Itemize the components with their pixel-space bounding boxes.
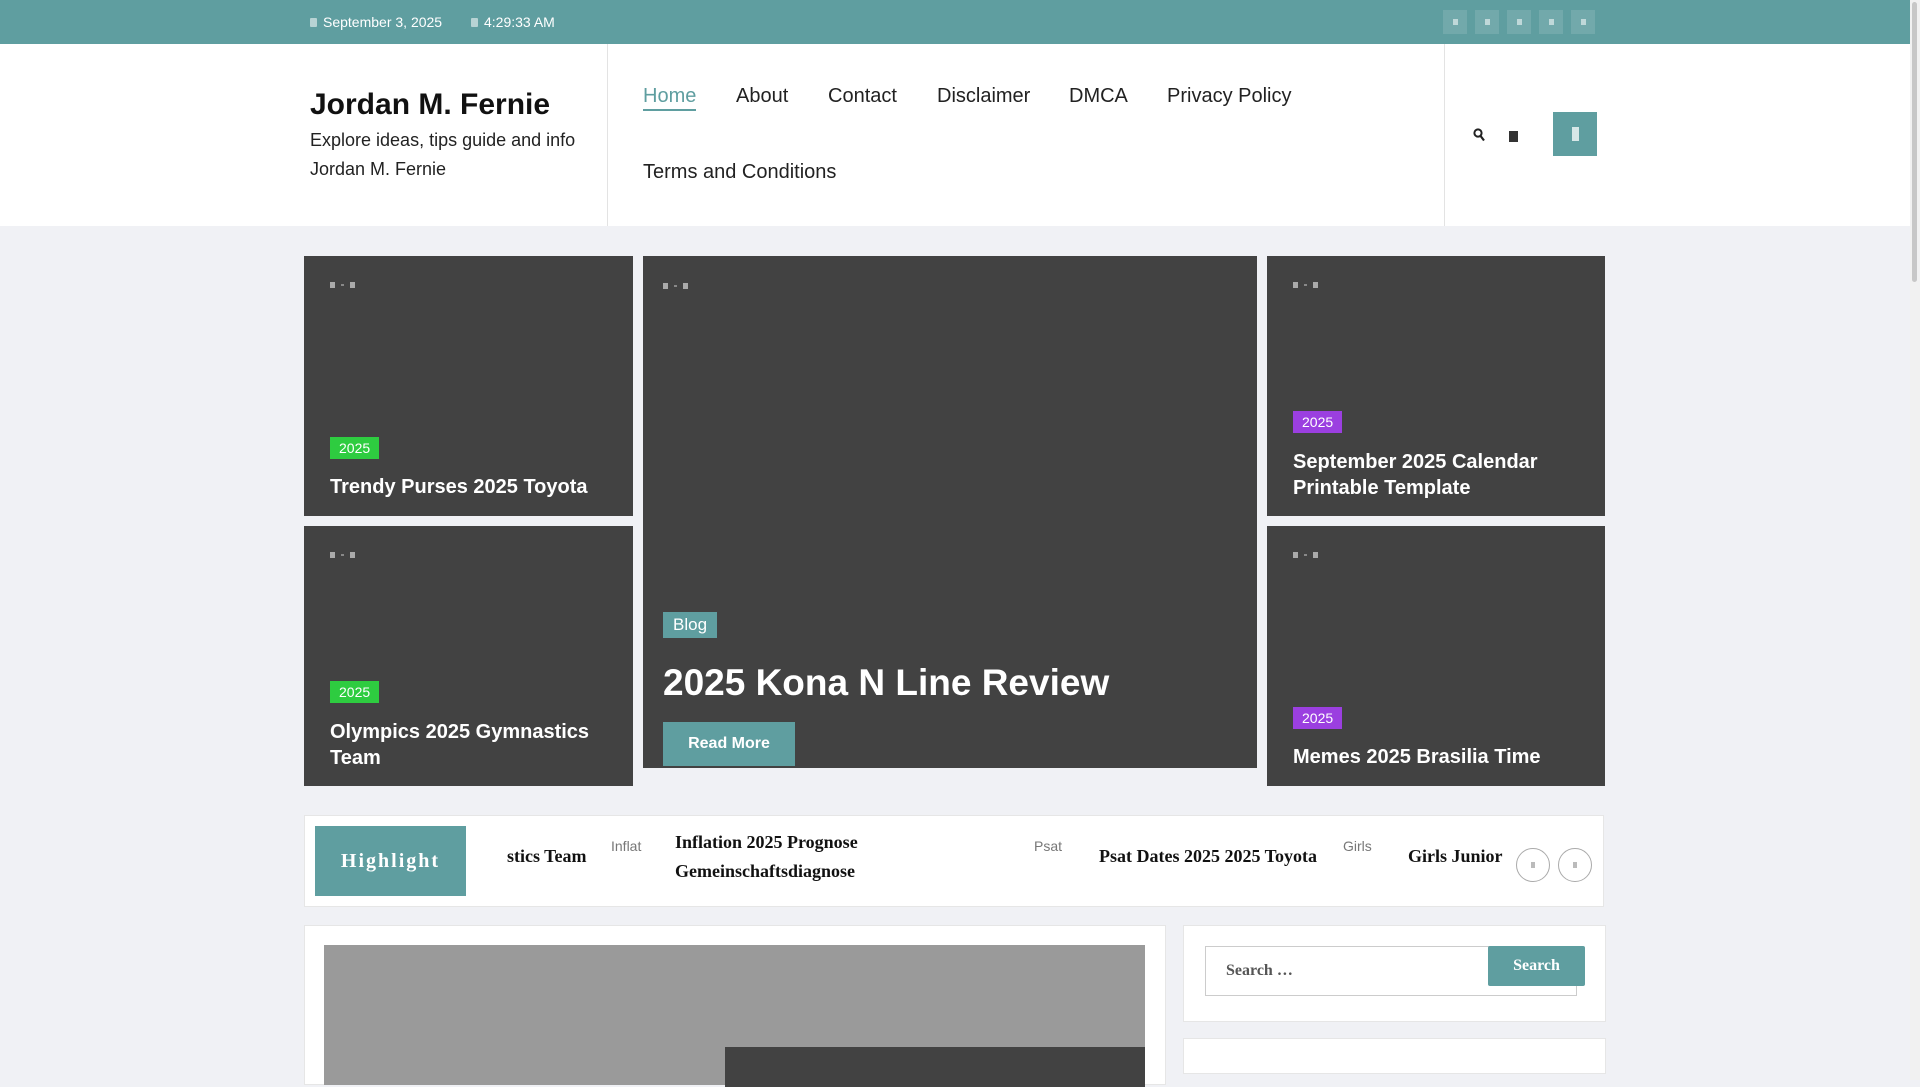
calendar-icon	[350, 282, 355, 288]
calendar-icon	[350, 552, 355, 558]
top-bar: September 3, 2025 4:29:33 AM	[0, 0, 1910, 44]
facebook-icon[interactable]	[1443, 10, 1467, 34]
sidebar-widget	[1183, 1038, 1606, 1074]
theme-toggle-icon[interactable]	[1509, 131, 1518, 142]
ticker-prev-button[interactable]	[1516, 848, 1550, 882]
nav-dmca[interactable]: DMCA	[1069, 85, 1128, 108]
featured-card[interactable]: 2025 Memes 2025 Brasilia Time	[1267, 526, 1605, 786]
user-icon	[330, 552, 335, 558]
date-text: September 3, 2025	[323, 14, 443, 30]
menu-icon	[1571, 127, 1579, 141]
calendar-icon	[683, 283, 688, 289]
clock-icon	[471, 17, 478, 27]
featured-card[interactable]: 2025 September 2025 Calendar Printable T…	[1267, 256, 1605, 516]
ticker-item-image[interactable]: Psat	[1034, 838, 1062, 854]
chevron-right-icon	[1573, 862, 1577, 868]
featured-card[interactable]: 2025 Trendy Purses 2025 Toyota	[304, 256, 633, 516]
featured-main-card[interactable]: Blog 2025 Kona N Line Review Read More	[643, 256, 1257, 768]
search-button[interactable]: Search	[1488, 946, 1585, 986]
category-badge[interactable]: Blog	[663, 612, 718, 638]
post-overlay	[725, 1047, 1145, 1087]
youtube-icon[interactable]	[1539, 10, 1563, 34]
post-title[interactable]: Trendy Purses 2025 Toyota	[330, 474, 620, 500]
site-title[interactable]: Jordan M. Fernie	[310, 88, 550, 122]
post-meta	[663, 283, 688, 289]
post-title[interactable]: September 2025 Calendar Printable Templa…	[1293, 449, 1593, 501]
ticker-item-image[interactable]: Girls	[1343, 838, 1372, 854]
ticker-track: stics Team Inflat Inflation 2025 Prognos…	[470, 826, 1510, 896]
user-icon	[330, 282, 335, 288]
calendar-icon	[1313, 282, 1318, 288]
category-badge[interactable]: 2025	[330, 681, 380, 703]
category-badge[interactable]: 2025	[1293, 707, 1343, 729]
post-title[interactable]: Olympics 2025 Gymnastics Team	[330, 719, 620, 771]
social-links	[1443, 10, 1595, 34]
offcanvas-menu-button[interactable]	[1553, 112, 1597, 156]
ticker-next-button[interactable]	[1558, 848, 1592, 882]
post-meta	[1293, 552, 1318, 558]
search-icon[interactable]	[1473, 128, 1485, 142]
user-icon	[663, 283, 668, 289]
post-meta	[330, 552, 355, 558]
header-divider	[1444, 44, 1445, 226]
category-badge[interactable]: 2025	[1293, 411, 1343, 433]
calendar-icon	[310, 17, 317, 27]
chevron-left-icon	[1531, 862, 1535, 868]
nav-terms-and-conditions[interactable]: Terms and Conditions	[643, 161, 836, 184]
post-title[interactable]: Memes 2025 Brasilia Time	[1293, 744, 1593, 770]
instagram-icon[interactable]	[1507, 10, 1531, 34]
calendar-icon	[1313, 552, 1318, 558]
nav-contact[interactable]: Contact	[828, 85, 897, 108]
user-icon	[1293, 282, 1298, 288]
site-header	[0, 44, 1910, 226]
featured-card[interactable]: 2025 Olympics 2025 Gymnastics Team	[304, 526, 633, 786]
twitter-icon[interactable]	[1475, 10, 1499, 34]
linkedin-icon[interactable]	[1571, 10, 1595, 34]
time-text: 4:29:33 AM	[484, 14, 555, 30]
user-icon	[1293, 552, 1298, 558]
ticker-item-title[interactable]: stics Team	[507, 842, 587, 871]
scrollbar-thumb[interactable]	[1912, 2, 1917, 282]
post-meta	[1293, 282, 1318, 288]
header-divider	[607, 44, 608, 226]
ticker-item-image[interactable]: Inflat	[611, 838, 641, 854]
nav-about[interactable]: About	[736, 85, 788, 108]
ticker-item-title[interactable]: Inflation 2025 Prognose Gemeinschaftsdia…	[675, 828, 885, 886]
category-badge[interactable]: 2025	[330, 437, 380, 459]
ticker-item-title[interactable]: Girls Junior	[1408, 842, 1503, 871]
nav-home[interactable]: Home	[643, 85, 697, 111]
read-more-button[interactable]: Read More	[663, 722, 795, 766]
site-tagline: Explore ideas, tips guide and info Jorda…	[310, 130, 576, 179]
post-title[interactable]: 2025 Kona N Line Review	[663, 661, 1223, 705]
time-display: 4:29:33 AM	[471, 14, 555, 30]
date-display: September 3, 2025	[310, 14, 442, 30]
nav-disclaimer[interactable]: Disclaimer	[937, 85, 1030, 108]
post-meta	[330, 282, 355, 288]
ticker-item-title[interactable]: Psat Dates 2025 2025 Toyota	[1099, 842, 1317, 871]
highlight-label: Highlight	[315, 826, 466, 896]
nav-privacy-policy[interactable]: Privacy Policy	[1167, 85, 1291, 108]
